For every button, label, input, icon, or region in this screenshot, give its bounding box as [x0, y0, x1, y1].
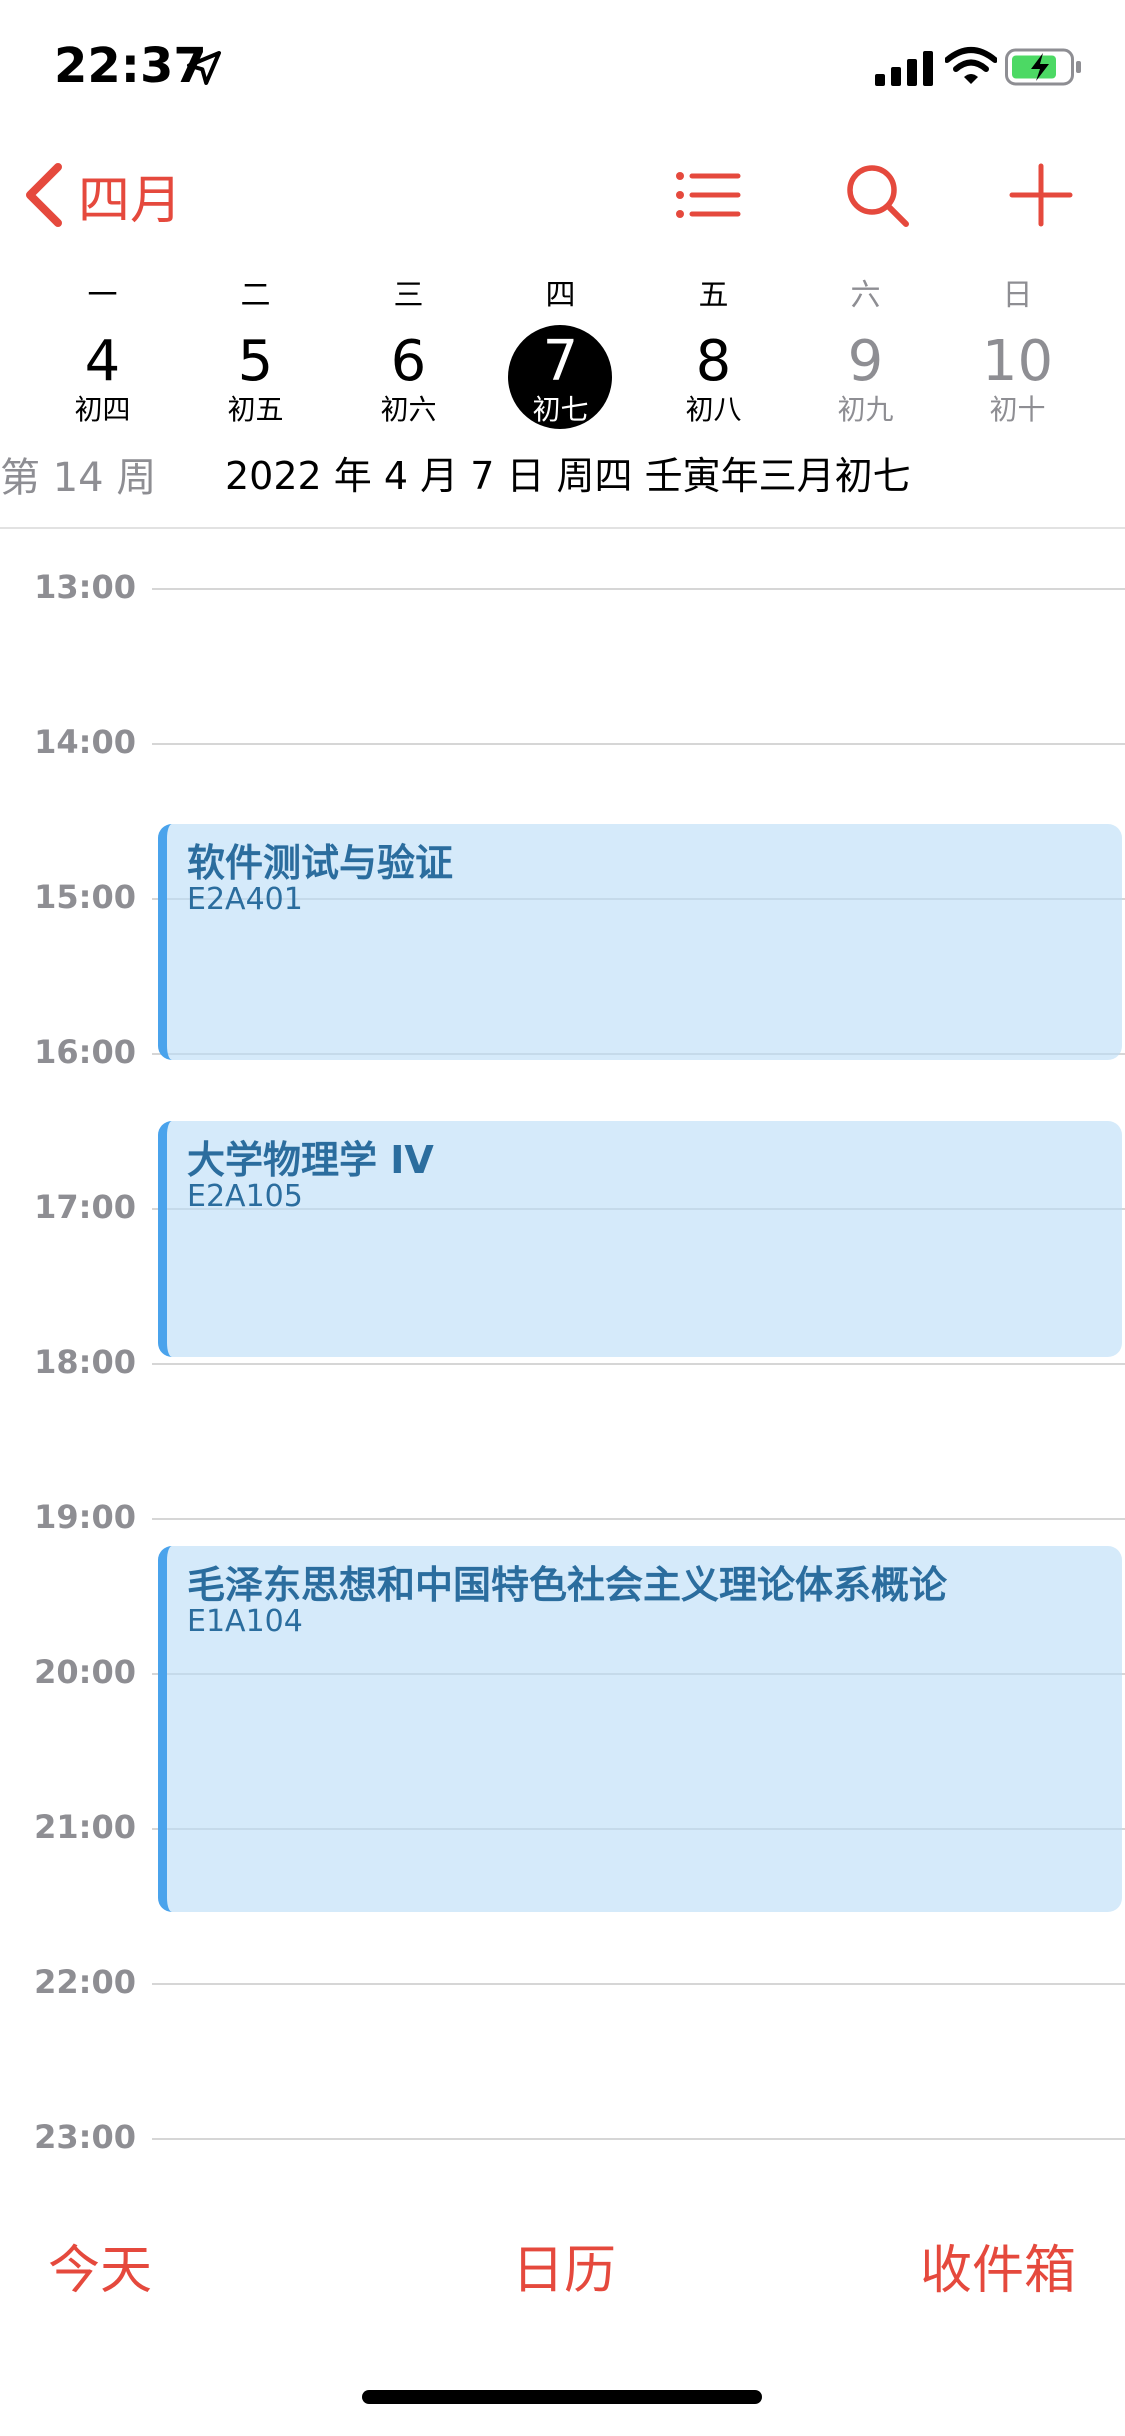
- day-7-button[interactable]: 7: [484, 330, 637, 394]
- lunar-date: 初四: [74, 393, 131, 426]
- hour-label: 21:00: [34, 1808, 136, 1846]
- hour-label: 22:00: [34, 1963, 136, 2001]
- day-10-button[interactable]: 10: [941, 330, 1094, 394]
- lunar-date: 初九: [837, 393, 894, 426]
- lunar-date: 初十: [989, 393, 1046, 426]
- location-arrow-icon: [187, 51, 221, 85]
- day-5-button[interactable]: 5: [179, 330, 332, 394]
- hour-label: 23:00: [34, 2118, 136, 2156]
- search-icon[interactable]: [842, 160, 912, 230]
- battery-charging-icon: [1005, 48, 1081, 86]
- hour-label: 13:00: [34, 568, 136, 606]
- event-location: E2A105: [187, 1179, 303, 1214]
- event-location: E2A401: [187, 882, 303, 917]
- hour-label: 18:00: [34, 1343, 136, 1381]
- hour-label: 14:00: [34, 723, 136, 761]
- hour-line: [152, 1983, 1125, 1985]
- lunar-date: 初七: [532, 393, 589, 426]
- hour-line: [152, 588, 1125, 590]
- cellular-signal-icon: [875, 51, 933, 86]
- day-8-button[interactable]: 8: [637, 330, 790, 394]
- hour-label: 17:00: [34, 1188, 136, 1226]
- weekday-label: 二: [240, 278, 271, 313]
- weekday-label: 一: [87, 278, 118, 313]
- hour-line: [152, 1363, 1125, 1365]
- lunar-date: 初六: [380, 393, 437, 426]
- event-title: 大学物理学 IV: [187, 1138, 434, 1182]
- back-label: 四月: [78, 170, 183, 231]
- chevron-left-icon: [26, 163, 62, 227]
- hour-label: 15:00: [34, 878, 136, 916]
- calendars-button[interactable]: 日历: [512, 2228, 616, 2303]
- day-9-button[interactable]: 9: [789, 330, 942, 394]
- lunar-date: 初八: [685, 393, 742, 426]
- event-software-testing[interactable]: 软件测试与验证 E2A401: [158, 824, 1122, 1060]
- inbox-button[interactable]: 收件箱: [920, 2228, 1076, 2303]
- today-button[interactable]: 今天: [48, 2228, 152, 2303]
- lunar-date: 初五: [227, 393, 284, 426]
- hour-line: [152, 1518, 1125, 1520]
- event-title: 软件测试与验证: [187, 841, 454, 885]
- hour-line: [152, 743, 1125, 745]
- event-university-physics[interactable]: 大学物理学 IV E2A105: [158, 1121, 1122, 1357]
- weekday-label: 日: [1002, 278, 1033, 313]
- week-number: 第 14 周: [0, 455, 157, 501]
- weekday-label: 五: [698, 278, 729, 313]
- event-title: 毛泽东思想和中国特色社会主义理论体系概论: [187, 1563, 948, 1607]
- back-to-month-button[interactable]: 四月: [24, 160, 183, 231]
- hour-label: 19:00: [34, 1498, 136, 1536]
- weekday-label: 四: [545, 278, 576, 313]
- selected-date-line: 2022 年 4 月 7 日 周四 壬寅年三月初七: [225, 454, 911, 498]
- add-event-icon[interactable]: [1006, 160, 1076, 230]
- event-location: E1A104: [187, 1604, 303, 1639]
- weekday-label: 三: [393, 278, 424, 313]
- event-mao-theory[interactable]: 毛泽东思想和中国特色社会主义理论体系概论 E1A104: [158, 1546, 1122, 1912]
- hour-label: 20:00: [34, 1653, 136, 1691]
- day-6-button[interactable]: 6: [332, 330, 485, 394]
- wifi-icon: [945, 47, 997, 84]
- hour-label: 16:00: [34, 1033, 136, 1071]
- home-indicator[interactable]: [362, 2390, 762, 2404]
- day-4-button[interactable]: 4: [26, 330, 179, 394]
- hour-line: [152, 2138, 1125, 2140]
- header-divider: [0, 527, 1125, 529]
- list-view-icon[interactable]: [672, 160, 742, 230]
- weekday-label: 六: [850, 278, 881, 313]
